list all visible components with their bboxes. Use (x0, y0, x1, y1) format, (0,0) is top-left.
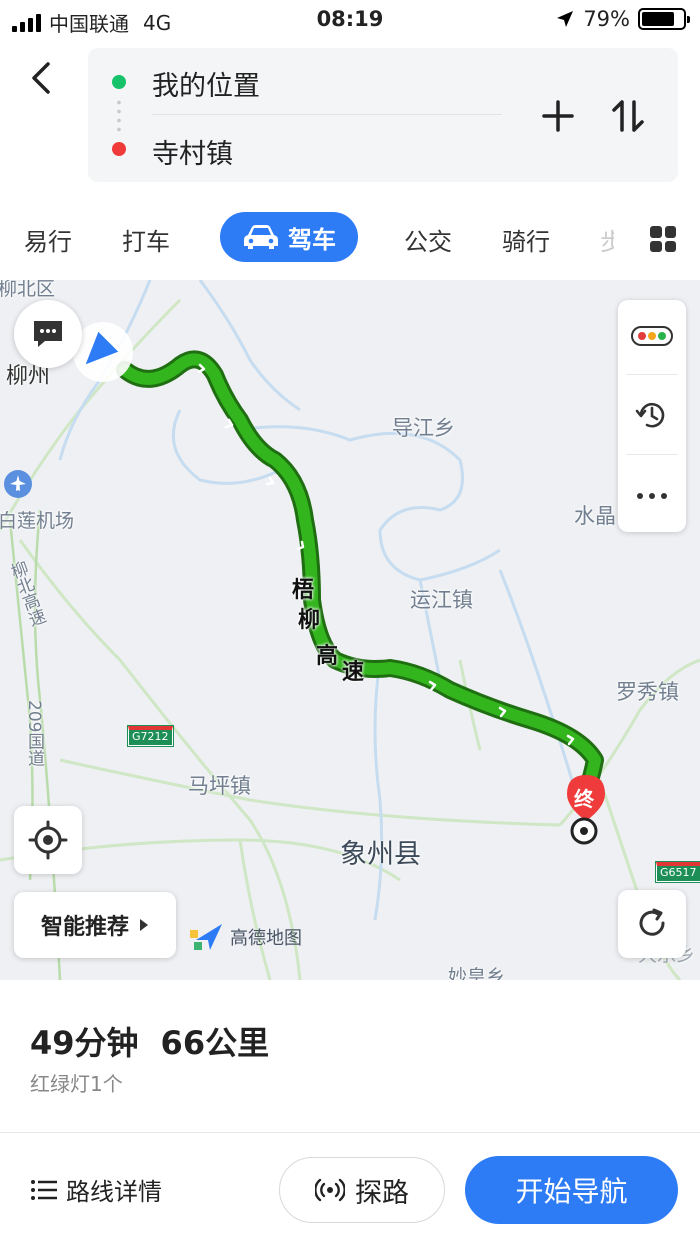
map-label-road-209: 209国道 (24, 700, 44, 767)
map-label-yunjiang: 运江镇 (410, 588, 473, 612)
map-label-miaohuang: 妙皇乡 (448, 966, 506, 980)
mode-tabs: 易行 打车 驾车 公交 骑行 步 (0, 212, 700, 264)
caret-right-icon (140, 919, 148, 931)
map-label-liubei: 柳北区 (0, 280, 56, 300)
swap-button[interactable] (608, 96, 648, 136)
message-icon (34, 321, 62, 347)
side-panel-separator (626, 374, 678, 375)
location-arrow-icon (557, 11, 574, 27)
status-bar: 中国联通 4G 08:19 79% (0, 0, 700, 40)
route-name-char-2: 柳 (298, 608, 321, 633)
locate-button[interactable] (14, 806, 82, 874)
destination-dot (112, 142, 126, 156)
route-name-char-1: 梧 (292, 578, 315, 603)
broadcast-icon (315, 1178, 345, 1202)
map-label-xiangzhou: 象州县 (340, 839, 421, 870)
airport-icon (4, 470, 32, 498)
smart-recommend-label: 智能推荐 (40, 915, 129, 940)
list-icon (31, 1179, 57, 1200)
route-distance: 66公里 (160, 1024, 270, 1062)
status-right: 79% (555, 7, 690, 31)
clock-history-icon (635, 402, 665, 428)
amap-logo: 高德地图 (188, 920, 302, 954)
more-modes-grid-icon[interactable] (650, 226, 676, 252)
end-marker-label: 终 (574, 787, 594, 811)
map-view[interactable]: 柳北区 柳州 导江乡 白莲机场 水晶 运江镇 罗秀镇 马坪镇 象州县 妙皇乡 大… (0, 280, 700, 980)
chat-button[interactable] (14, 300, 82, 368)
tab-easy[interactable]: 易行 (24, 222, 72, 257)
smart-recommend-button[interactable]: 智能推荐 (14, 892, 176, 958)
refresh-icon (639, 908, 665, 936)
route-detail-button[interactable]: 路线详情 (30, 1172, 162, 1207)
map-side-panel (618, 300, 686, 532)
map-label-shuijing: 水晶 (574, 504, 616, 528)
map-label-luoxiu: 罗秀镇 (616, 680, 679, 704)
highway-shield-g6517: G6517 (655, 861, 700, 883)
tab-taxi[interactable]: 打车 (122, 222, 170, 257)
more-options-button[interactable] (618, 456, 686, 532)
tab-bike[interactable]: 骑行 (502, 222, 550, 257)
back-button[interactable] (22, 58, 62, 98)
battery-fill (642, 12, 674, 26)
route-name-char-4: 速 (342, 660, 365, 685)
route-input-box: 我的位置 寺村镇 (88, 48, 678, 182)
highway-shield-g7212: G7212 (127, 725, 174, 747)
side-panel-separator (626, 454, 678, 455)
traffic-light-button[interactable] (618, 300, 686, 372)
crosshair-icon (28, 820, 68, 860)
tab-walk[interactable]: 步 (600, 222, 614, 257)
route-summary[interactable]: 49分钟 66公里 红绿灯1个 (0, 980, 700, 1132)
amap-logo-text: 高德地图 (230, 928, 302, 949)
traffic-light-count: 红绿灯1个 (30, 1072, 123, 1096)
back-arrow-icon (32, 62, 50, 94)
tab-bus[interactable]: 公交 (404, 222, 452, 257)
amap-logo-icon (190, 924, 222, 950)
summary-divider (0, 1132, 700, 1133)
route-line (116, 350, 604, 809)
car-icon (244, 225, 278, 249)
history-button[interactable] (618, 376, 686, 452)
map-label-daojiang: 导江乡 (392, 416, 455, 440)
input-divider (152, 114, 502, 115)
ellipsis-icon (637, 493, 667, 499)
start-navigation-label: 开始导航 (515, 1175, 628, 1208)
route-connector (117, 98, 121, 134)
plus-icon (542, 100, 574, 132)
traffic-icon (631, 326, 673, 346)
explore-route-button[interactable]: 探路 (279, 1157, 445, 1223)
destination-field[interactable]: 寺村镇 (152, 132, 233, 171)
swap-arrows-icon (612, 100, 644, 132)
battery-percent: 79% (583, 7, 630, 31)
route-name-char-3: 高 (316, 644, 339, 669)
explore-label: 探路 (355, 1177, 409, 1209)
map-label-airport: 白莲机场 (0, 510, 75, 532)
battery-icon (638, 8, 690, 30)
origin-field[interactable]: 我的位置 (152, 64, 260, 103)
tab-drive[interactable]: 驾车 (220, 212, 358, 262)
add-waypoint-button[interactable] (540, 98, 576, 134)
map-base (0, 280, 700, 980)
route-summary-main: 49分钟 66公里 (30, 1018, 269, 1064)
route-detail-label: 路线详情 (66, 1178, 162, 1206)
origin-dot (112, 75, 126, 89)
tab-drive-label: 驾车 (288, 225, 336, 254)
route-duration: 49分钟 (30, 1024, 139, 1062)
refresh-route-button[interactable] (618, 890, 686, 958)
map-label-maping: 马坪镇 (188, 774, 251, 798)
start-navigation-button[interactable]: 开始导航 (465, 1156, 678, 1224)
